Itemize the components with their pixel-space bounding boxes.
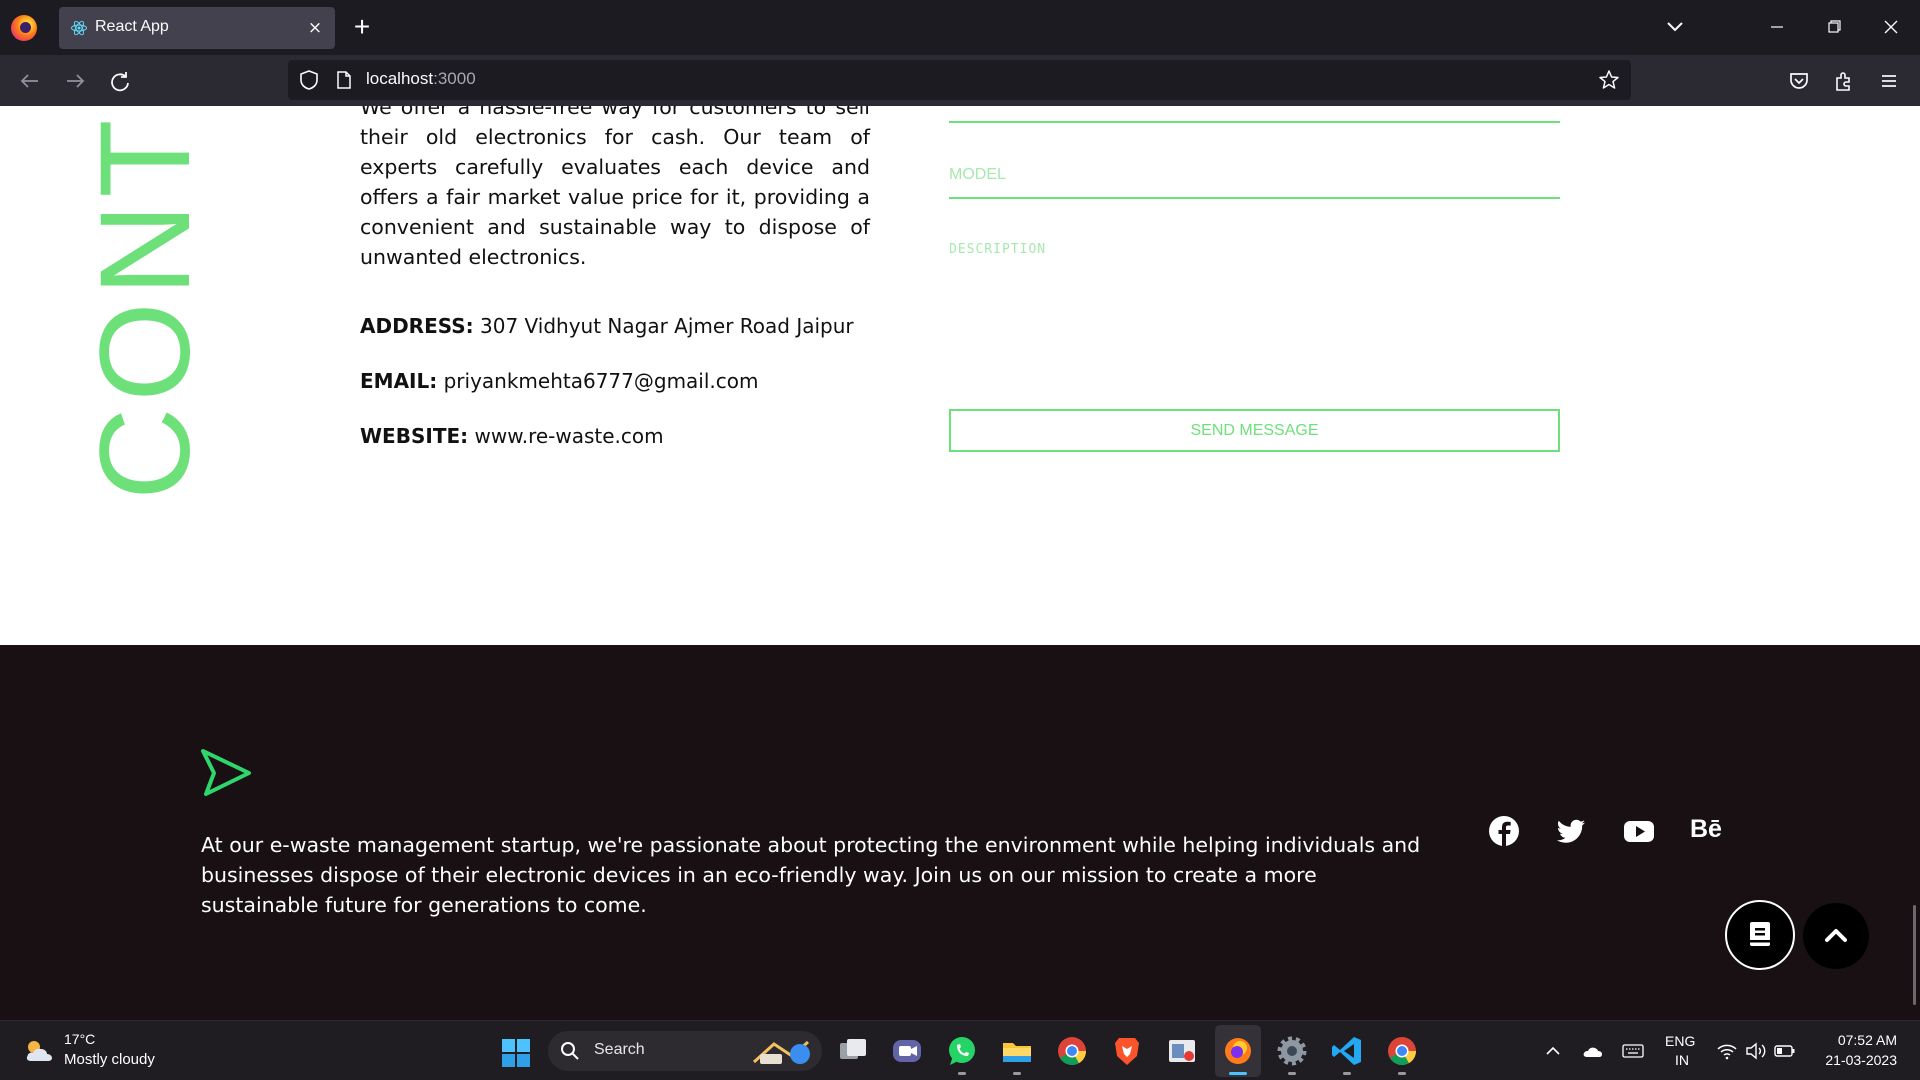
- description-field[interactable]: DESCRIPTION: [949, 242, 1046, 257]
- twitter-icon[interactable]: [1553, 813, 1589, 849]
- weather-temperature[interactable]: 17°C: [64, 1031, 95, 1047]
- firefox-taskbar-icon[interactable]: [1221, 1034, 1255, 1068]
- browser-tab-strip: React App × +: [0, 0, 1920, 55]
- pocket-icon[interactable]: [1784, 66, 1814, 96]
- minimize-icon[interactable]: [1757, 10, 1797, 44]
- language-indicator[interactable]: ENG: [1665, 1033, 1695, 1049]
- settings-running-indicator: [1288, 1072, 1296, 1075]
- task-view-icon[interactable]: [836, 1034, 870, 1068]
- extensions-puzzle-icon[interactable]: [1829, 66, 1859, 96]
- about-paragraph: We offer a hassle-free way for customers…: [360, 106, 870, 269]
- email-label: EMAIL:: [360, 369, 438, 393]
- page-scrollbar[interactable]: [1913, 905, 1916, 1005]
- contact-section: CONT We offer a hassle-free way for cust…: [0, 106, 1920, 645]
- vscode-running-indicator: [1343, 1072, 1351, 1075]
- windows-taskbar: 17°C Mostly cloudy Search ENG IN 07:52 A…: [0, 1020, 1920, 1080]
- footer-mission-text: At our e-waste management startup, we're…: [201, 833, 1421, 917]
- cloudy-weather-icon[interactable]: [22, 1037, 56, 1065]
- paper-plane-logo-icon[interactable]: [200, 748, 252, 798]
- settings-gear-icon[interactable]: [1275, 1034, 1309, 1068]
- back-arrow-icon[interactable]: [15, 66, 45, 96]
- react-logo-icon: [71, 20, 87, 36]
- firefox-active-indicator: [1229, 1072, 1247, 1075]
- chrome-profile-icon[interactable]: [1385, 1034, 1419, 1068]
- address-label: ADDRESS:: [360, 314, 474, 338]
- chatbot-button[interactable]: [1725, 900, 1795, 970]
- list-all-tabs-icon[interactable]: [1660, 12, 1690, 42]
- weather-description[interactable]: Mostly cloudy: [64, 1051, 155, 1068]
- browser-tab-react-app[interactable]: React App ×: [59, 7, 335, 49]
- site-footer: At our e-waste management startup, we're…: [0, 645, 1920, 1020]
- tracking-shield-icon[interactable]: [298, 69, 320, 91]
- browser-nav-bar: localhost:3000: [0, 55, 1920, 106]
- url-bar[interactable]: localhost:3000: [288, 60, 1631, 100]
- onedrive-cloud-icon[interactable]: [1582, 1041, 1604, 1061]
- snipping-tool-icon[interactable]: [1165, 1034, 1199, 1068]
- website-row: WEBSITE: www.re-waste.com: [360, 424, 664, 448]
- chevron-up-icon: [1825, 929, 1847, 942]
- taskbar-search-box[interactable]: Search: [548, 1031, 822, 1071]
- file-explorer-icon[interactable]: [1000, 1034, 1034, 1068]
- region-indicator[interactable]: IN: [1675, 1052, 1689, 1068]
- keyboard-icon[interactable]: [1622, 1041, 1644, 1061]
- page-info-icon[interactable]: [335, 70, 353, 90]
- teams-chat-icon[interactable]: [890, 1034, 924, 1068]
- volume-icon[interactable]: [1745, 1041, 1767, 1061]
- windows-start-icon[interactable]: [501, 1038, 531, 1068]
- vscode-icon[interactable]: [1330, 1034, 1364, 1068]
- brave-browser-icon[interactable]: [1110, 1034, 1144, 1068]
- new-tab-button[interactable]: +: [347, 10, 377, 44]
- address-value: 307 Vidhyut Nagar Ajmer Road Jaipur: [473, 314, 854, 338]
- close-window-icon[interactable]: [1871, 10, 1911, 44]
- wifi-icon[interactable]: [1716, 1041, 1738, 1061]
- chevron-up-tray-icon[interactable]: [1542, 1041, 1564, 1061]
- previous-field-underline[interactable]: [949, 121, 1560, 123]
- email-row: EMAIL: priyankmehta6777@gmail.com: [360, 369, 759, 393]
- bookmark-star-icon[interactable]: [1597, 68, 1621, 92]
- search-highlight-art-icon: [752, 1040, 810, 1064]
- email-value[interactable]: priyankmehta6777@gmail.com: [437, 369, 759, 393]
- url-text[interactable]: localhost:3000: [366, 69, 476, 89]
- whatsapp-running-indicator: [958, 1072, 966, 1075]
- clock-date[interactable]: 21-03-2023: [1825, 1052, 1897, 1068]
- website-label: WEBSITE:: [360, 424, 469, 448]
- facebook-icon[interactable]: [1486, 813, 1522, 849]
- forward-arrow-icon[interactable]: [60, 66, 90, 96]
- behance-icon[interactable]: Bē: [1690, 815, 1722, 844]
- clock-time[interactable]: 07:52 AM: [1838, 1032, 1897, 1048]
- firefox-logo-icon[interactable]: [11, 15, 37, 41]
- model-field-underline: [949, 197, 1560, 199]
- chrome-icon[interactable]: [1055, 1034, 1089, 1068]
- tab-close-icon[interactable]: ×: [303, 16, 327, 40]
- chatbot-icon: [1750, 922, 1770, 946]
- send-message-button[interactable]: SEND MESSAGE: [949, 409, 1560, 452]
- chrome-running-indicator: [1398, 1072, 1406, 1075]
- search-icon: [561, 1042, 579, 1060]
- menu-hamburger-icon[interactable]: [1874, 66, 1904, 96]
- reload-icon[interactable]: [105, 66, 135, 96]
- whatsapp-icon[interactable]: [945, 1034, 979, 1068]
- explorer-running-indicator: [1013, 1072, 1021, 1075]
- youtube-icon[interactable]: [1621, 813, 1657, 849]
- scroll-to-top-button[interactable]: [1803, 903, 1869, 969]
- model-field[interactable]: MODEL: [949, 166, 1006, 184]
- battery-icon[interactable]: [1774, 1041, 1796, 1061]
- search-label: Search: [594, 1041, 645, 1058]
- website-value[interactable]: www.re-waste.com: [468, 424, 663, 448]
- contact-vertical-heading: CONT: [74, 113, 217, 500]
- restore-icon[interactable]: [1814, 10, 1854, 44]
- address-row: ADDRESS: 307 Vidhyut Nagar Ajmer Road Ja…: [360, 314, 854, 338]
- tab-title: React App: [95, 18, 169, 35]
